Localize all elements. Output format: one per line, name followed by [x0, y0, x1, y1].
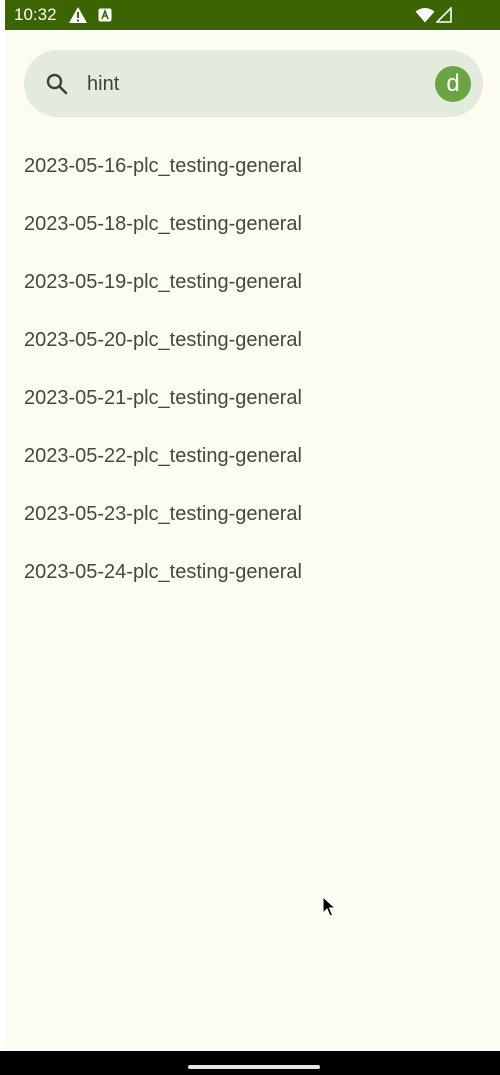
list-item[interactable]: 2023-05-23-plc_testing-general — [5, 485, 500, 543]
navigation-bar — [0, 1051, 500, 1075]
status-bar: 10:32 — [5, 0, 500, 30]
list-item[interactable]: 2023-05-22-plc_testing-general — [5, 427, 500, 485]
list-item[interactable]: 2023-05-21-plc_testing-general — [5, 369, 500, 427]
home-gesture-handle[interactable] — [188, 1065, 320, 1069]
search-results-list: 2023-05-16-plc_testing-general 2023-05-1… — [5, 137, 500, 601]
search-icon[interactable] — [45, 72, 69, 96]
warning-icon — [68, 6, 88, 29]
list-item[interactable]: 2023-05-19-plc_testing-general — [5, 253, 500, 311]
search-bar[interactable]: d — [24, 50, 483, 117]
search-input[interactable] — [87, 72, 417, 96]
avatar[interactable]: d — [435, 66, 471, 102]
list-item[interactable]: 2023-05-16-plc_testing-general — [5, 137, 500, 195]
app-screen: 10:32 hint d 2023-05-16-plc_testing-gene… — [5, 0, 500, 1075]
signal-icon — [435, 6, 452, 28]
status-time: 10:32 — [14, 5, 57, 24]
mouse-cursor-icon — [322, 895, 337, 918]
list-item[interactable]: 2023-05-20-plc_testing-general — [5, 311, 500, 369]
list-item[interactable]: 2023-05-18-plc_testing-general — [5, 195, 500, 253]
wifi-icon — [415, 7, 435, 28]
list-item[interactable]: 2023-05-24-plc_testing-general — [5, 543, 500, 601]
text-a-icon — [98, 8, 112, 27]
